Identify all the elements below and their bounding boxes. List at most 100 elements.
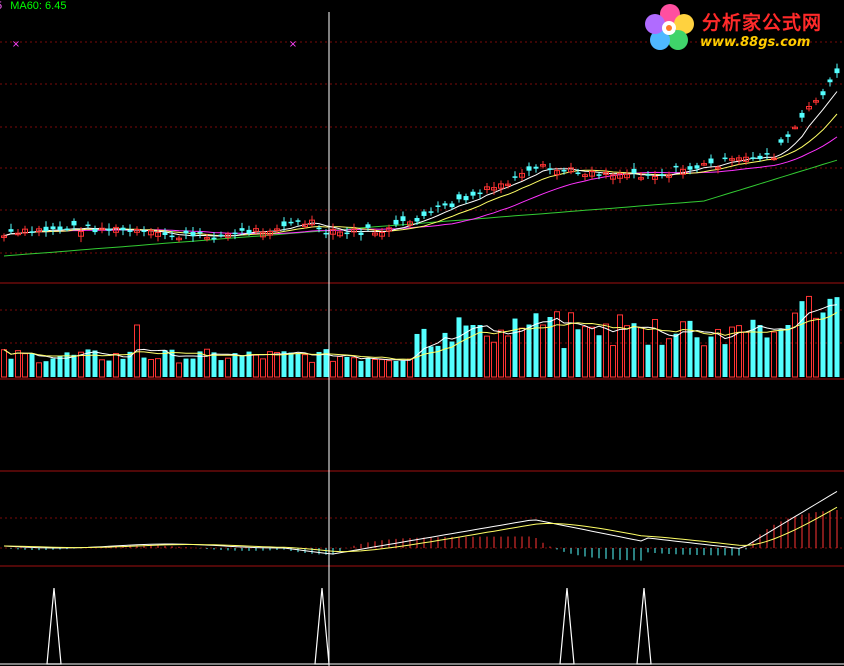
volume-bar-up [134, 324, 140, 378]
volume-bar-up [22, 353, 28, 378]
panel-borders [0, 282, 844, 567]
volume-bar-down [92, 350, 98, 377]
volume-bar-down [687, 320, 693, 377]
volume-bar-down [365, 357, 371, 377]
candle-body-down [29, 231, 35, 233]
candle-body-down [162, 232, 168, 235]
ma60-legend-label: MA60: 6.45 [10, 0, 67, 12]
volume-bar-down [211, 352, 217, 377]
volume-bar-up [701, 345, 707, 378]
candle-body-down [428, 211, 434, 213]
volume-bar-down [197, 351, 203, 377]
candle-body-down [456, 194, 462, 200]
volume-bars [1, 295, 840, 378]
volume-bar-down [428, 346, 434, 377]
ma-long-line [3, 136, 838, 237]
candle-body-down [799, 112, 805, 118]
candle-body-down [64, 228, 70, 231]
volume-bar-down [764, 337, 770, 377]
candle-body-down [694, 165, 700, 169]
candle-body-down [414, 218, 420, 222]
volume-bar-up [666, 338, 672, 378]
candle-body-down [323, 232, 329, 235]
volume-bar-down [71, 354, 77, 377]
volume-bar-up [330, 360, 336, 378]
ma-mid-line [3, 113, 838, 237]
grid-lines [0, 41, 844, 549]
candle-body-down [575, 172, 581, 174]
candle-body-down [288, 221, 294, 224]
volume-bar-down [400, 360, 406, 377]
candle-body-down [778, 139, 784, 143]
volume-bar-down [393, 360, 399, 377]
volume-bar-down [820, 312, 826, 377]
volume-bar-down [29, 353, 35, 377]
volume-bar-down [120, 358, 126, 377]
ma-long-line-group [3, 136, 838, 237]
volume-bar-up [148, 359, 154, 378]
volume-bar-down [344, 356, 350, 377]
volume-bar-up [771, 331, 777, 378]
volume-bar-down [239, 355, 245, 377]
candle-body-down [512, 176, 518, 178]
candle-body-down [463, 196, 469, 201]
volume-bar-down [8, 358, 14, 377]
volume-bar-down [288, 352, 294, 377]
candle-body-down [50, 226, 56, 230]
volume-bar-down [57, 355, 63, 377]
volume-bar-up [624, 325, 630, 378]
volume-bar-up [407, 358, 413, 378]
candle-body-down [120, 227, 126, 231]
candle-body-down [141, 230, 147, 232]
ma60-line-group [3, 159, 838, 257]
watermark-url: www.88gs.com [700, 35, 811, 50]
volume-bar-down [659, 344, 665, 377]
volume-bar-up [519, 327, 525, 378]
volume-bar-up [484, 335, 490, 378]
volume-bar-down [799, 301, 805, 377]
volume-bar-down [43, 361, 49, 377]
volume-bar-down [456, 317, 462, 377]
candle-body-down [281, 221, 287, 227]
volume-bar-down [778, 329, 784, 377]
candle-body-down [659, 174, 665, 176]
indicator-legend: 5 MA60: 6.45 [0, 0, 66, 12]
watermark-title: 分析家公式网 [702, 12, 823, 34]
volume-bar-up [225, 357, 231, 378]
volume-bar-up [253, 354, 259, 378]
volume-bar-up [155, 358, 161, 378]
volume-bar-down [141, 357, 147, 377]
volume-bar-up [351, 357, 357, 378]
volume-bar-up [617, 314, 623, 378]
candle-body-down [218, 234, 224, 237]
volume-bar-up [498, 329, 504, 378]
volume-bar-up [729, 326, 735, 378]
candle-body-down [169, 235, 175, 238]
candle-body-down [127, 230, 133, 232]
volume-bar-down [190, 358, 196, 377]
volume-bar-up [1, 349, 7, 378]
volume-bar-down [358, 360, 364, 377]
volume-bar-up [379, 359, 385, 378]
candle-body-down [239, 228, 245, 231]
candle-body-down [470, 191, 476, 196]
candlesticks [1, 63, 840, 243]
candle-body-down [526, 166, 532, 171]
volume-bar-up [302, 354, 308, 378]
volume-bar-down [561, 348, 567, 377]
candle-body-down [750, 157, 756, 159]
volume-bar-down [526, 324, 532, 377]
candle-body-down [57, 226, 63, 230]
candle-body-down [449, 203, 455, 208]
ma-short-line [3, 91, 838, 237]
candle-body-down [43, 226, 49, 232]
volume-bar-down [421, 328, 427, 377]
candle-body-down [645, 174, 651, 176]
stock-chart: × × [0, 12, 844, 666]
candle-body-down [358, 232, 364, 235]
volume-bar-down [50, 358, 56, 377]
volume-bar-up [610, 345, 616, 378]
volume-bar-down [575, 329, 581, 377]
candle-body-down [764, 153, 770, 155]
volume-bar-down [694, 337, 700, 377]
